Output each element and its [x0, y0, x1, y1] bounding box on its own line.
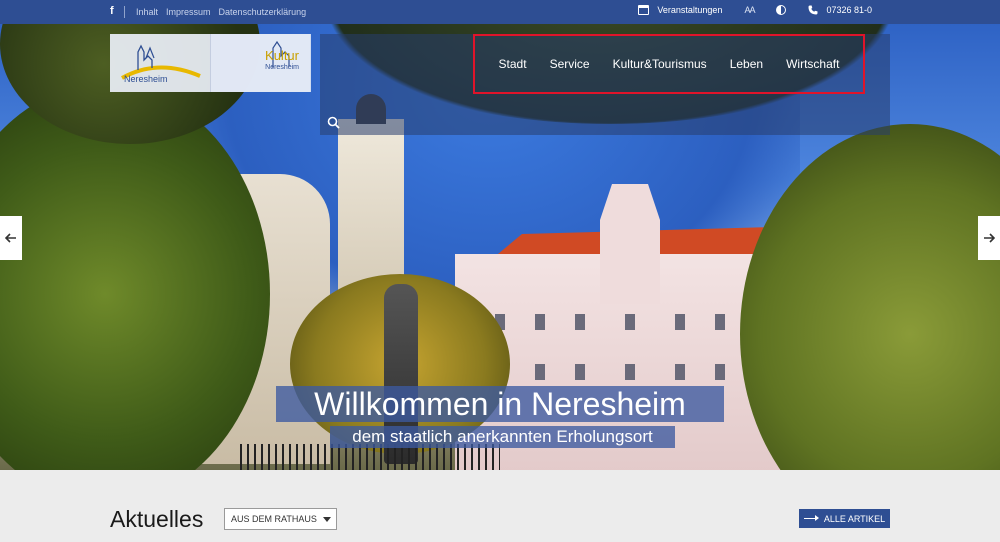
nav-item-stadt[interactable]: Stadt	[499, 57, 527, 71]
search-icon	[327, 116, 340, 129]
hero-gable	[600, 184, 660, 304]
nav-item-wirtschaft[interactable]: Wirtschaft	[786, 57, 839, 71]
arrow-right-icon	[984, 233, 995, 243]
main-navigation: Stadt Service Kultur&Tourismus Leben Wir…	[473, 34, 865, 94]
news-title: Aktuelles	[110, 506, 204, 532]
logo-city-name: Neresheim	[124, 74, 168, 84]
slider-next-button[interactable]	[978, 216, 1000, 260]
nav-item-leben[interactable]: Leben	[730, 57, 763, 71]
hero-subline: dem staatlich anerkannten Erholungsort	[330, 426, 675, 448]
calendar-icon	[638, 5, 650, 15]
window	[625, 314, 635, 330]
font-size-toggle[interactable]: AA	[744, 5, 755, 15]
window	[625, 364, 635, 380]
kultur-wordmark: Kultur Neresheim	[265, 48, 299, 74]
top-links: Inhalt Impressum Datenschutzerklärung	[136, 7, 306, 17]
phone-number: 07326 81-0	[826, 5, 872, 15]
search-button[interactable]	[320, 110, 346, 135]
neresheim-logo[interactable]: Neresheim	[110, 34, 210, 92]
events-link[interactable]: Veranstaltungen	[638, 5, 722, 15]
kultur-subtitle: Neresheim	[265, 64, 299, 71]
chevron-down-icon	[323, 516, 331, 522]
window	[575, 314, 585, 330]
phone-link[interactable]: 07326 81-0	[808, 5, 872, 15]
window	[575, 364, 585, 380]
contrast-toggle[interactable]	[776, 5, 787, 15]
window	[535, 314, 545, 330]
link-impressum[interactable]: Impressum	[166, 7, 211, 17]
top-bar: f Inhalt Impressum Datenschutzerklärung …	[0, 0, 1000, 24]
arrow-left-icon	[5, 233, 16, 243]
slider-prev-button[interactable]	[0, 216, 22, 260]
nav-item-service[interactable]: Service	[550, 57, 590, 71]
window	[715, 364, 725, 380]
logo-box[interactable]: Neresheim Kultur Neresheim	[110, 34, 311, 92]
events-label: Veranstaltungen	[657, 5, 723, 15]
all-articles-label: ALLE ARTIKEL	[823, 513, 886, 524]
kultur-title: Kultur	[265, 48, 299, 63]
phone-icon	[808, 5, 818, 15]
kultur-logo[interactable]: Kultur Neresheim	[210, 34, 311, 92]
hero-slider: Neresheim Kultur Neresheim Stadt Service…	[0, 24, 1000, 470]
all-articles-button[interactable]: ALLE ARTIKEL	[799, 509, 890, 528]
link-inhalt[interactable]: Inhalt	[136, 7, 158, 17]
window	[535, 364, 545, 380]
facebook-icon[interactable]: f	[110, 5, 114, 17]
news-filter-value: AUS DEM RATHAUS	[231, 514, 317, 524]
arrow-right-icon	[803, 515, 819, 521]
contrast-icon	[776, 5, 787, 15]
top-right-tools: Veranstaltungen AA 07326 81-0	[638, 5, 872, 15]
window	[715, 314, 725, 330]
link-datenschutz[interactable]: Datenschutzerklärung	[219, 7, 307, 17]
news-section: Aktuelles AUS DEM RATHAUS ALLE ARTIKEL	[0, 470, 1000, 542]
news-filter-select[interactable]: AUS DEM RATHAUS	[224, 508, 337, 530]
nav-item-kultur-tourismus[interactable]: Kultur&Tourismus	[613, 57, 707, 71]
hero-headline: Willkommen in Neresheim	[276, 386, 724, 422]
window	[675, 364, 685, 380]
font-size-icon: AA	[744, 5, 755, 15]
divider	[124, 6, 125, 18]
window	[675, 314, 685, 330]
